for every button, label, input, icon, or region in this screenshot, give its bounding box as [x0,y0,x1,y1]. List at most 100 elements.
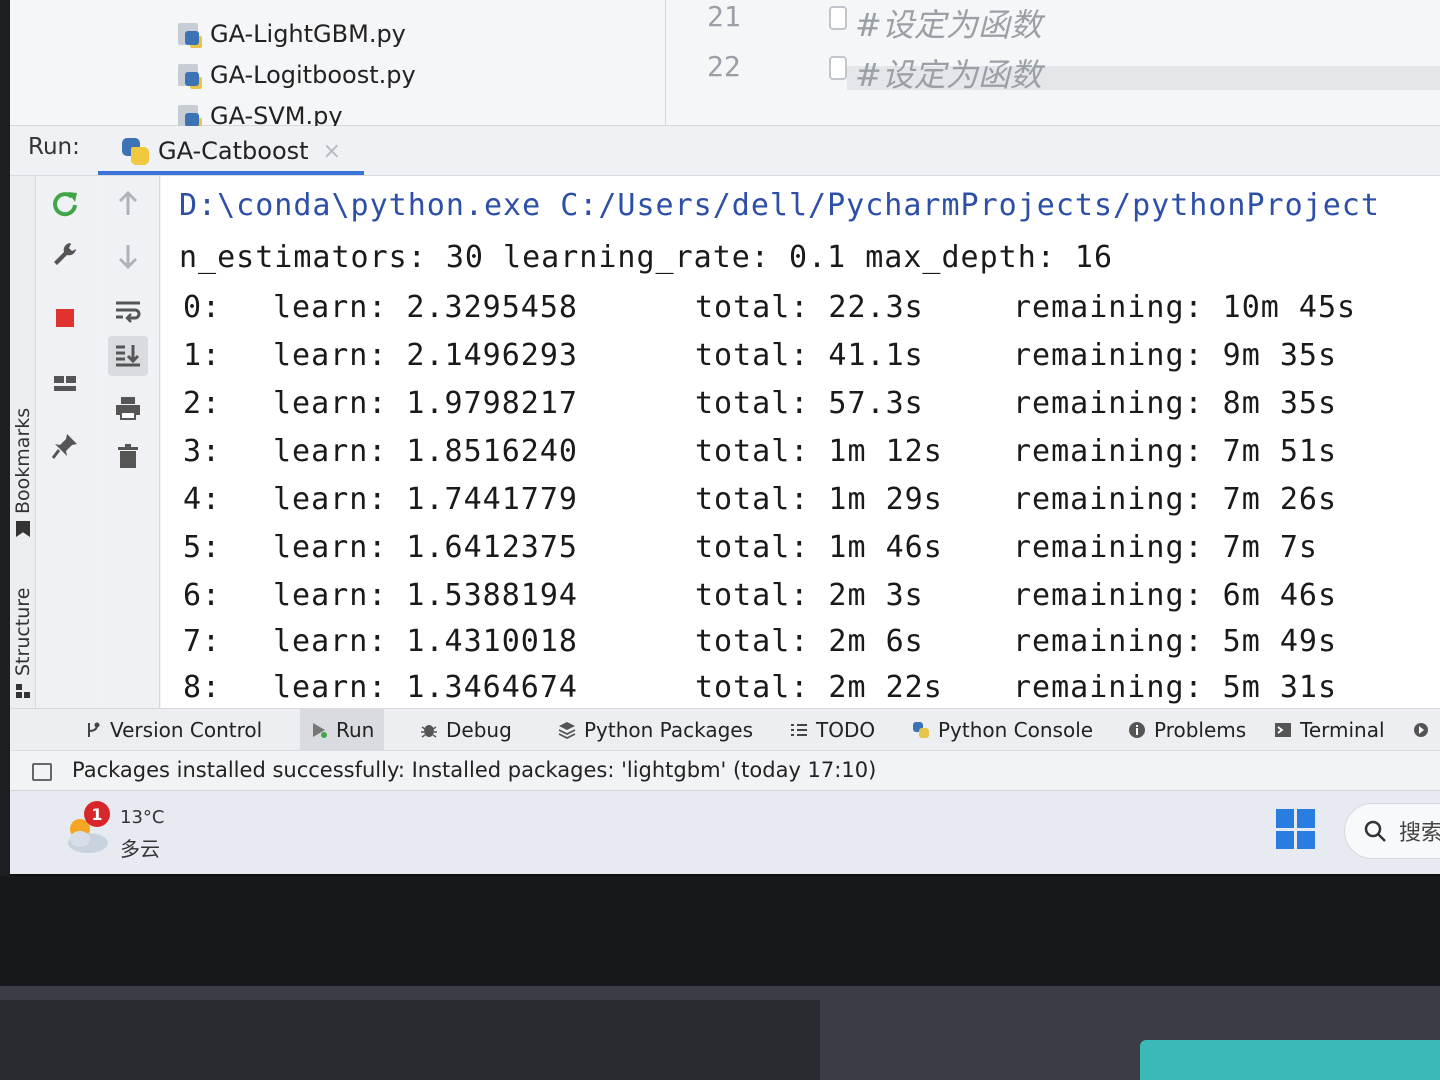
layout-icon [54,376,76,391]
iteration-learn: learn: 1.5388194 [273,578,578,613]
iteration-index: 1: [183,338,222,373]
iteration-learn: learn: 1.6412375 [273,530,578,565]
iteration-learn: learn: 1.3464674 [273,670,578,705]
console-iteration-row: 8: learn: 1.3464674 total: 2m 22s remain… [183,670,1336,708]
iteration-learn: learn: 1.4310018 [273,624,578,659]
desk-object [1140,1040,1440,1080]
run-icon [313,723,327,738]
pin-tab-button[interactable] [45,426,85,466]
iteration-index: 6: [183,578,222,613]
line-number: 21 [707,0,741,33]
soft-wrap-button[interactable] [108,290,148,330]
tab-run[interactable]: Run [300,709,385,751]
run-tab-label: GA-Catboost [158,137,309,165]
iteration-total: total: 22.3s [695,290,924,325]
tree-item-ga-lightgbm[interactable]: GA-LightGBM.py [176,16,406,52]
weather-condition: 多云 [120,837,160,861]
console-command-line[interactable]: D:\conda\python.exe C:/Users/dell/Pychar… [179,188,1380,223]
tab-debug[interactable]: Debug [410,709,522,751]
python-file-icon [176,62,202,88]
iteration-total: total: 1m 12s [695,434,943,469]
iteration-total: total: 2m 22s [695,670,943,705]
tab-label: Python Packages [584,718,754,742]
pin-icon [51,434,77,459]
print-button[interactable] [108,388,148,428]
code-line[interactable]: #设定为函数 [855,0,1042,46]
iteration-remaining: remaining: 5m 31s [1013,670,1338,705]
console-iteration-row: 6: learn: 1.5388194 total: 2m 3s remaini… [183,578,1336,624]
tab-python-packages[interactable]: Python Packages [548,709,763,751]
console-iteration-row: 7: learn: 1.4310018 total: 2m 6s remaini… [183,624,1336,670]
iteration-total: total: 41.1s [695,338,924,373]
tab-label: Problems [1154,718,1247,742]
fold-marker-icon[interactable] [829,6,847,30]
iteration-total: total: 1m 46s [695,530,943,565]
iteration-total: total: 1m 29s [695,482,943,517]
iteration-remaining: remaining: 7m 51s [1013,434,1338,469]
iteration-index: 7: [183,624,222,659]
windows-logo-icon [1276,830,1294,849]
run-toolbar-secondary [98,176,160,708]
iteration-index: 3: [183,434,222,469]
tab-problems[interactable]: Problems [1118,709,1256,751]
windows-start-button[interactable] [1276,809,1316,849]
info-icon [1129,722,1145,738]
console-iteration-row: 3: learn: 1.8516240 total: 1m 12s remain… [183,434,1336,480]
scroll-down-button[interactable] [108,236,148,276]
run-console[interactable]: D:\conda\python.exe C:/Users/dell/Pychar… [161,176,1440,708]
tab-label: TODO [816,718,876,742]
tab-services[interactable] [1402,709,1440,751]
iteration-learn: learn: 1.7441779 [273,482,578,517]
code-editor[interactable]: 21 #设定为函数 22 #设定为函数 [667,0,1440,126]
line-number: 22 [707,50,741,83]
clear-all-button[interactable] [108,436,148,476]
structure-tab[interactable]: Structure [12,588,34,698]
trash-icon [118,444,138,468]
tree-item-ga-svm[interactable]: GA-SVM.py [176,98,343,126]
structure-icon [16,684,30,698]
rerun-button[interactable] [45,184,85,224]
iteration-total: total: 2m 6s [695,624,924,659]
tab-terminal[interactable]: Terminal [1264,709,1395,751]
stop-button[interactable] [45,298,85,338]
tab-python-console[interactable]: Python Console [902,709,1103,751]
weather-temperature: 13°C [120,807,165,828]
status-toggle-icon[interactable] [32,763,52,781]
iteration-learn: learn: 1.8516240 [273,434,578,469]
run-tab-ga-catboost[interactable]: GA-Catboost × [98,126,364,176]
status-message[interactable]: Packages installed successfully: Install… [72,758,876,782]
search-placeholder: 搜索 [1399,821,1440,846]
windows-logo-icon [1297,809,1315,828]
settings-button[interactable] [45,234,85,274]
version-control-icon [88,722,100,737]
fold-marker-icon[interactable] [829,56,847,80]
soft-wrap-icon [116,301,141,323]
monitor-bezel [0,876,1440,986]
active-tab-indicator [98,171,364,175]
code-line[interactable]: #设定为函数 [855,50,1042,96]
tab-label: Debug [446,718,512,742]
iteration-total: total: 2m 3s [695,578,924,613]
windows-taskbar: 1 13°C 多云 搜索 [10,790,1440,874]
layout-button[interactable] [45,364,85,404]
tab-label: Terminal [1300,718,1385,742]
scroll-to-end-button[interactable] [108,336,148,376]
console-iteration-row: 0: learn: 2.3295458 total: 22.3s remaini… [183,290,1355,336]
tree-item-label: GA-Logitboost.py [210,61,416,89]
status-bar: Packages installed successfully: Install… [10,750,1440,790]
scroll-up-button[interactable] [108,184,148,224]
taskbar-search[interactable]: 搜索 [1344,803,1440,859]
tree-item-ga-logitboost[interactable]: GA-Logitboost.py [176,57,416,93]
left-tool-stripe: Bookmarks Structure [10,176,36,708]
tab-todo[interactable]: TODO [780,709,885,751]
console-iteration-row: 4: learn: 1.7441779 total: 1m 29s remain… [183,482,1336,528]
bug-icon [421,725,437,738]
run-window-header: Run: GA-Catboost × [10,126,1440,176]
arrow-up-icon [118,190,138,215]
bookmarks-tab[interactable]: Bookmarks [12,408,34,536]
close-icon[interactable]: × [323,139,341,164]
tab-version-control[interactable]: Version Control [74,709,272,751]
iteration-remaining: remaining: 8m 35s [1013,386,1338,421]
console-iteration-row: 2: learn: 1.9798217 total: 57.3s remaini… [183,386,1336,432]
arrow-down-icon [118,245,138,270]
